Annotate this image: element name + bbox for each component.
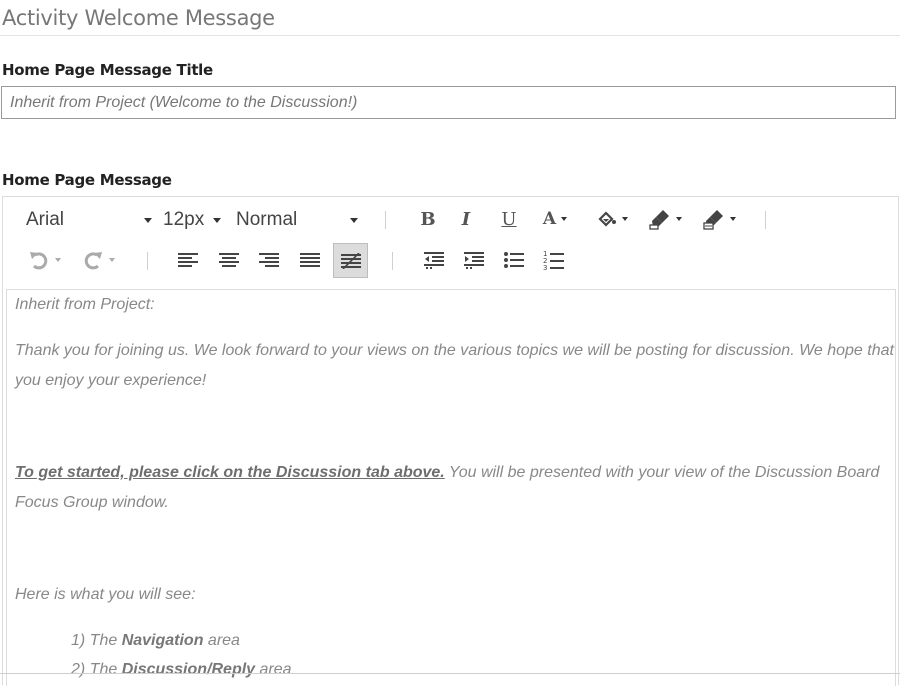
block-format-select[interactable]: Normal <box>236 207 358 233</box>
align-justify-icon <box>300 253 320 267</box>
chevron-down-icon <box>213 217 221 223</box>
justify-none-button[interactable] <box>333 243 368 278</box>
discussion-tab-instruction: To get started, please click on the Disc… <box>15 464 445 481</box>
format-painter-icon <box>648 210 669 230</box>
numbered-list-icon: 1 2 3 <box>543 250 564 271</box>
font-family-select[interactable]: Arial <box>26 207 152 233</box>
list-item: 2) The Discussion/Reply area <box>71 661 292 678</box>
indent-button[interactable] <box>459 247 489 273</box>
toolbar-separator <box>385 211 386 229</box>
list-item: 1) The Navigation area <box>71 632 240 649</box>
editor-bottom-edge <box>0 673 900 674</box>
redo-icon <box>84 252 102 270</box>
bold-button[interactable]: B <box>415 206 441 232</box>
align-right-icon <box>259 253 279 267</box>
chevron-down-icon <box>561 217 568 221</box>
bold-icon: B <box>420 208 436 230</box>
chevron-down-icon <box>54 258 61 262</box>
toolbar-separator <box>392 252 393 270</box>
highlight-icon <box>597 211 616 227</box>
message-field-label: Home Page Message <box>2 171 172 189</box>
font-size-value: 12px <box>163 209 205 230</box>
chevron-down-icon <box>675 217 682 221</box>
justify-none-icon <box>340 252 361 269</box>
svg-text:3: 3 <box>543 264 547 271</box>
content-line-inherit: Inherit from Project: <box>15 296 155 313</box>
chevron-down-icon <box>144 217 152 223</box>
rich-text-editor: Arial 12px Normal B I U A 1 2 3 Inherit … <box>2 196 899 686</box>
font-size-select[interactable]: 12px <box>163 207 221 233</box>
content-paragraph-what-you-see: Here is what you will see: <box>15 586 196 603</box>
chevron-down-icon <box>108 258 115 262</box>
numbered-list-button[interactable]: 1 2 3 <box>539 247 569 273</box>
content-paragraph-welcome: Thank you for joining us. We look forwar… <box>15 342 894 389</box>
message-title-input[interactable] <box>1 86 896 119</box>
section-divider <box>0 35 900 36</box>
background-color-button[interactable] <box>591 206 633 232</box>
font-family-value: Arial <box>26 209 65 230</box>
chevron-down-icon <box>729 217 736 221</box>
align-left-icon <box>178 253 198 267</box>
undo-icon <box>29 252 47 270</box>
align-center-button[interactable] <box>214 247 244 273</box>
bulleted-list-button[interactable] <box>499 247 529 273</box>
outdent-button[interactable] <box>419 247 449 273</box>
align-center-icon <box>219 253 239 267</box>
chevron-down-icon <box>350 217 358 223</box>
align-justify-button[interactable] <box>295 247 325 273</box>
clear-format-button[interactable] <box>697 206 741 232</box>
clear-format-icon <box>702 210 723 230</box>
underline-button[interactable]: U <box>496 206 522 232</box>
chevron-down-icon <box>621 217 628 221</box>
indent-icon <box>464 252 484 269</box>
undo-button[interactable] <box>21 247 67 273</box>
content-paragraph-getting-started: To get started, please click on the Disc… <box>15 458 895 518</box>
italic-button[interactable]: I <box>453 206 479 232</box>
bulleted-list-icon <box>504 252 524 268</box>
toolbar-separator <box>765 211 766 229</box>
toolbar-separator <box>147 252 148 270</box>
text-color-icon: A <box>542 209 557 229</box>
format-painter-button[interactable] <box>643 206 687 232</box>
editor-content-area[interactable]: Inherit from Project: Thank you for join… <box>6 289 896 686</box>
block-format-value: Normal <box>236 209 298 230</box>
underline-icon: U <box>501 208 517 230</box>
align-right-button[interactable] <box>254 247 284 273</box>
editor-toolbar: Arial 12px Normal B I U A 1 2 3 <box>3 197 898 289</box>
title-field-label: Home Page Message Title <box>2 61 213 79</box>
text-color-button[interactable]: A <box>535 206 575 232</box>
align-left-button[interactable] <box>173 247 203 273</box>
redo-button[interactable] <box>75 247 121 273</box>
section-title: Activity Welcome Message <box>2 6 275 30</box>
outdent-icon <box>424 252 444 269</box>
italic-icon: I <box>461 208 471 230</box>
